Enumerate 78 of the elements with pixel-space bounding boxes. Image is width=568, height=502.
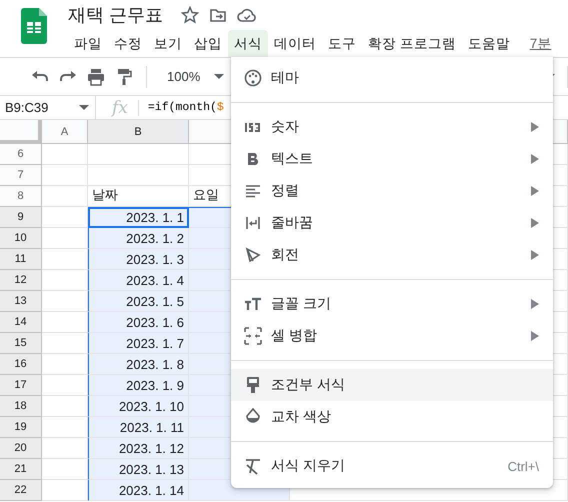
- menu-item[interactable]: 서식: [228, 30, 268, 57]
- text-wrap-icon: [244, 214, 262, 232]
- table-cell: [42, 144, 88, 165]
- menu-item[interactable]: 도움말: [462, 30, 516, 57]
- row-number[interactable]: 14: [0, 312, 42, 333]
- menu-item[interactable]: 텍스트: [231, 143, 553, 175]
- clear-format-icon: [244, 457, 262, 475]
- last-edit-link[interactable]: 7분: [530, 34, 552, 52]
- menu-item[interactable]: 서식 지우기 Ctrl+\: [231, 450, 553, 482]
- star-icon[interactable]: [181, 6, 200, 24]
- column-header[interactable]: B: [88, 120, 189, 144]
- font-size-icon: [244, 295, 262, 313]
- row-number[interactable]: 16: [0, 354, 42, 375]
- caret-icon[interactable]: [79, 104, 89, 110]
- row-number[interactable]: 13: [0, 291, 42, 312]
- formula-text[interactable]: =if(month($: [148, 101, 224, 114]
- caret-icon: [214, 74, 224, 80]
- menu-item[interactable]: 보기: [148, 30, 188, 57]
- row-number[interactable]: 10: [0, 228, 42, 249]
- row-number[interactable]: 22: [0, 480, 42, 501]
- table-cell: 2023. 1. 6: [88, 312, 189, 333]
- table-cell: 2023. 1. 10: [88, 396, 189, 417]
- cloud-icon[interactable]: [237, 6, 258, 24]
- merge-cells-icon: [244, 327, 262, 345]
- menu-item[interactable]: 파일: [68, 30, 108, 57]
- palette-icon: [244, 69, 262, 87]
- table-cell: 2023. 1. 14: [88, 480, 189, 501]
- align-left-icon: [244, 182, 262, 200]
- row-number[interactable]: 20: [0, 438, 42, 459]
- row-number[interactable]: 19: [0, 417, 42, 438]
- row-number[interactable]: 21: [0, 459, 42, 480]
- row-number[interactable]: 11: [0, 249, 42, 270]
- paint-roller-icon: [244, 376, 262, 394]
- row-number[interactable]: 12: [0, 270, 42, 291]
- table-cell: 2023. 1. 3: [88, 249, 189, 270]
- row-number[interactable]: 6: [0, 144, 42, 165]
- row-number[interactable]: 7: [0, 165, 42, 186]
- table-cell: 2023. 1. 1: [88, 207, 189, 228]
- menu-item[interactable]: 회전: [231, 239, 553, 271]
- table-cell: 2023. 1. 8: [88, 354, 189, 375]
- table-cell: 2023. 1. 12: [88, 438, 189, 459]
- menu-item[interactable]: 삽입: [188, 30, 228, 57]
- row-number[interactable]: 17: [0, 375, 42, 396]
- row-number[interactable]: 8: [0, 186, 42, 207]
- table-cell: 2023. 1. 9: [88, 375, 189, 396]
- document-title[interactable]: 재택 근무표: [68, 3, 164, 27]
- menu-item[interactable]: 줄바꿈: [231, 207, 553, 239]
- table-cell: [42, 165, 88, 186]
- shortcut-label: Ctrl+\: [508, 458, 539, 474]
- menu-item[interactable]: 확장 프로그램: [362, 30, 462, 57]
- table-cell: 2023. 1. 7: [88, 333, 189, 354]
- table-cell: 2023. 1. 5: [88, 291, 189, 312]
- column-header[interactable]: A: [42, 120, 88, 144]
- table-cell: 2023. 1. 11: [88, 417, 189, 438]
- menu-item[interactable]: 조건부 서식: [231, 369, 553, 401]
- print-icon[interactable]: [86, 66, 106, 86]
- table-cell: 2023. 1. 2: [88, 228, 189, 249]
- folder-icon[interactable]: [209, 6, 228, 24]
- droplet-icon: [244, 408, 262, 426]
- menu-item[interactable]: 숫자: [231, 111, 553, 143]
- rotate-text-icon: [244, 246, 262, 264]
- fx-label: fx: [112, 98, 128, 118]
- table-cell: 2023. 1. 13: [88, 459, 189, 480]
- menu-item[interactable]: 테마: [231, 62, 553, 94]
- row-number[interactable]: 9: [0, 207, 42, 228]
- row-number[interactable]: 15: [0, 333, 42, 354]
- table-cell: [42, 186, 88, 207]
- menu-item[interactable]: 수정: [108, 30, 148, 57]
- sheets-logo-icon[interactable]: [21, 8, 47, 44]
- menu-item[interactable]: 교차 색상: [231, 401, 553, 433]
- zoom-dropdown[interactable]: 100%: [159, 65, 232, 88]
- menu-item[interactable]: 글꼴 크기: [231, 288, 553, 320]
- row-number[interactable]: 18: [0, 396, 42, 417]
- name-box[interactable]: B9:C39: [5, 100, 48, 115]
- menu-item[interactable]: 데이터: [268, 30, 322, 57]
- menu-item[interactable]: 도구: [322, 30, 362, 57]
- table-cell: 2023. 1. 4: [88, 270, 189, 291]
- menu-item[interactable]: 셀 병합: [231, 320, 553, 352]
